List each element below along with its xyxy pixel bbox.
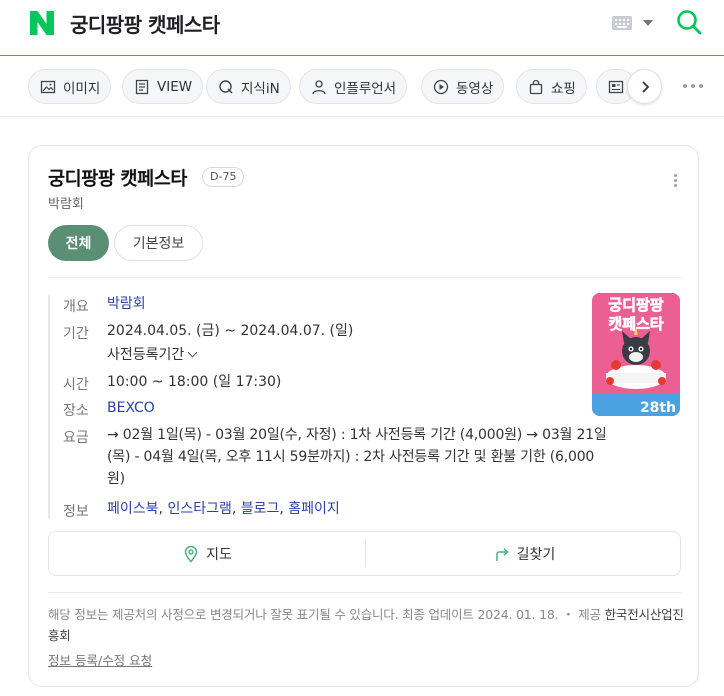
tab-kin[interactable]: 지식iN (206, 69, 291, 104)
news-icon (608, 80, 624, 93)
document-icon (135, 79, 149, 94)
period-label: 기간 (63, 326, 89, 342)
directions-arrow-icon (495, 547, 509, 561)
poster-edition: 28th (640, 400, 676, 416)
tab-label: 지식iN (241, 80, 280, 97)
chevron-down-icon (187, 347, 198, 358)
card-more-icon[interactable] (674, 174, 678, 188)
map-pin-icon (184, 545, 198, 563)
event-poster-image[interactable]: 궁디팡팡 캣페스타 28th (592, 293, 680, 416)
blog-link[interactable]: 블로그 (241, 501, 280, 517)
chevron-down-icon[interactable] (643, 20, 653, 26)
filter-basic-info-button[interactable]: 기본정보 (114, 225, 203, 261)
tab-label: VIEW (157, 78, 193, 95)
fee-value: → 02월 1일(목) - 03월 20일(수, 자정) : 1차 사전등록 기… (107, 424, 682, 490)
info-label: 정보 (63, 504, 89, 520)
tab-video[interactable]: 동영상 (421, 69, 505, 104)
search-tabs: 이미지 VIEW 지식iN 인플루언서 동영상 쇼핑 (0, 57, 724, 117)
tabs-next-button[interactable] (627, 69, 662, 104)
preregistration-label: 사전등록기간 (107, 347, 185, 363)
poster-title-line1: 궁디팡팡 (608, 296, 663, 314)
chevron-right-icon (641, 80, 649, 93)
tab-label: 쇼핑 (551, 80, 576, 97)
info-links: 페이스북, 인스타그램, 블로그, 홈페이지 (107, 501, 340, 517)
tab-label: 동영상 (456, 80, 494, 97)
event-title[interactable]: 궁디팡팡 캣페스타 (48, 165, 187, 191)
place-label: 장소 (63, 403, 89, 419)
homepage-link[interactable]: 홈페이지 (288, 501, 340, 517)
time-value: 10:00 ~ 18:00 (일 17:30) (107, 374, 282, 390)
bag-icon (529, 79, 543, 94)
fee-line: (목) - 04월 4일(목, 오후 11시 59분까지) : 2차 사전등록 … (107, 449, 595, 465)
edit-request-link[interactable]: 정보 등록/수정 요청 (48, 650, 152, 669)
instagram-link[interactable]: 인스타그램 (167, 501, 231, 517)
keyboard-icon[interactable] (612, 16, 632, 30)
q-bubble-icon (219, 79, 233, 94)
preregistration-toggle[interactable]: 사전등록기간 (107, 344, 198, 366)
map-button[interactable]: 지도 (49, 532, 365, 575)
tab-label: 이미지 (63, 80, 101, 97)
fee-line: 원) (107, 471, 125, 487)
more-options-icon[interactable] (683, 84, 703, 90)
tab-influencer[interactable]: 인플루언서 (299, 69, 408, 104)
provider-label: 제공 (578, 607, 601, 622)
period-value: 2024.04.05. (금) ~ 2024.04.07. (일) (107, 323, 354, 339)
info-accent-bar (48, 295, 50, 519)
divider (48, 277, 681, 278)
search-header: 궁디팡팡 캣페스타 (0, 0, 724, 56)
divider (48, 592, 681, 593)
directions-button[interactable]: 길찾기 (366, 532, 682, 575)
dday-badge: D-75 (202, 167, 245, 187)
action-bar: 지도 길찾기 (48, 531, 681, 576)
update-notice: 해당 정보는 제공처의 사정으로 변경되거나 잘못 표기될 수 있습니다. 최종… (48, 607, 684, 643)
filter-all-button[interactable]: 전체 (48, 225, 109, 261)
tab-view[interactable]: VIEW (122, 69, 204, 104)
event-card: 궁디팡팡 캣페스타 D-75 박람회 전체 기본정보 개요 박람회 기간 202… (28, 145, 699, 687)
map-button-label: 지도 (206, 546, 232, 563)
place-link[interactable]: BEXCO (107, 397, 155, 419)
fee-label: 요금 (63, 430, 89, 446)
image-icon (40, 80, 56, 93)
event-category: 박람회 (48, 197, 84, 212)
overview-link[interactable]: 박람회 (107, 293, 146, 315)
search-icon[interactable] (676, 9, 702, 35)
person-icon (312, 79, 326, 94)
directions-button-label: 길찾기 (516, 546, 556, 563)
overview-label: 개요 (63, 299, 89, 315)
tab-shopping[interactable]: 쇼핑 (516, 69, 587, 104)
facebook-link[interactable]: 페이스북 (107, 501, 159, 517)
time-label: 시간 (63, 377, 89, 393)
tab-label: 인플루언서 (334, 80, 397, 97)
notice-text: 해당 정보는 제공처의 사정으로 변경되거나 잘못 표기될 수 있습니다. 최종… (48, 607, 559, 622)
naver-logo[interactable] (30, 11, 54, 35)
tab-image[interactable]: 이미지 (28, 69, 112, 104)
search-query[interactable]: 궁디팡팡 캣페스타 (70, 9, 220, 38)
play-icon (433, 79, 449, 94)
fee-line: → 02월 1일(목) - 03월 20일(수, 자정) : 1차 사전등록 기… (107, 427, 607, 443)
